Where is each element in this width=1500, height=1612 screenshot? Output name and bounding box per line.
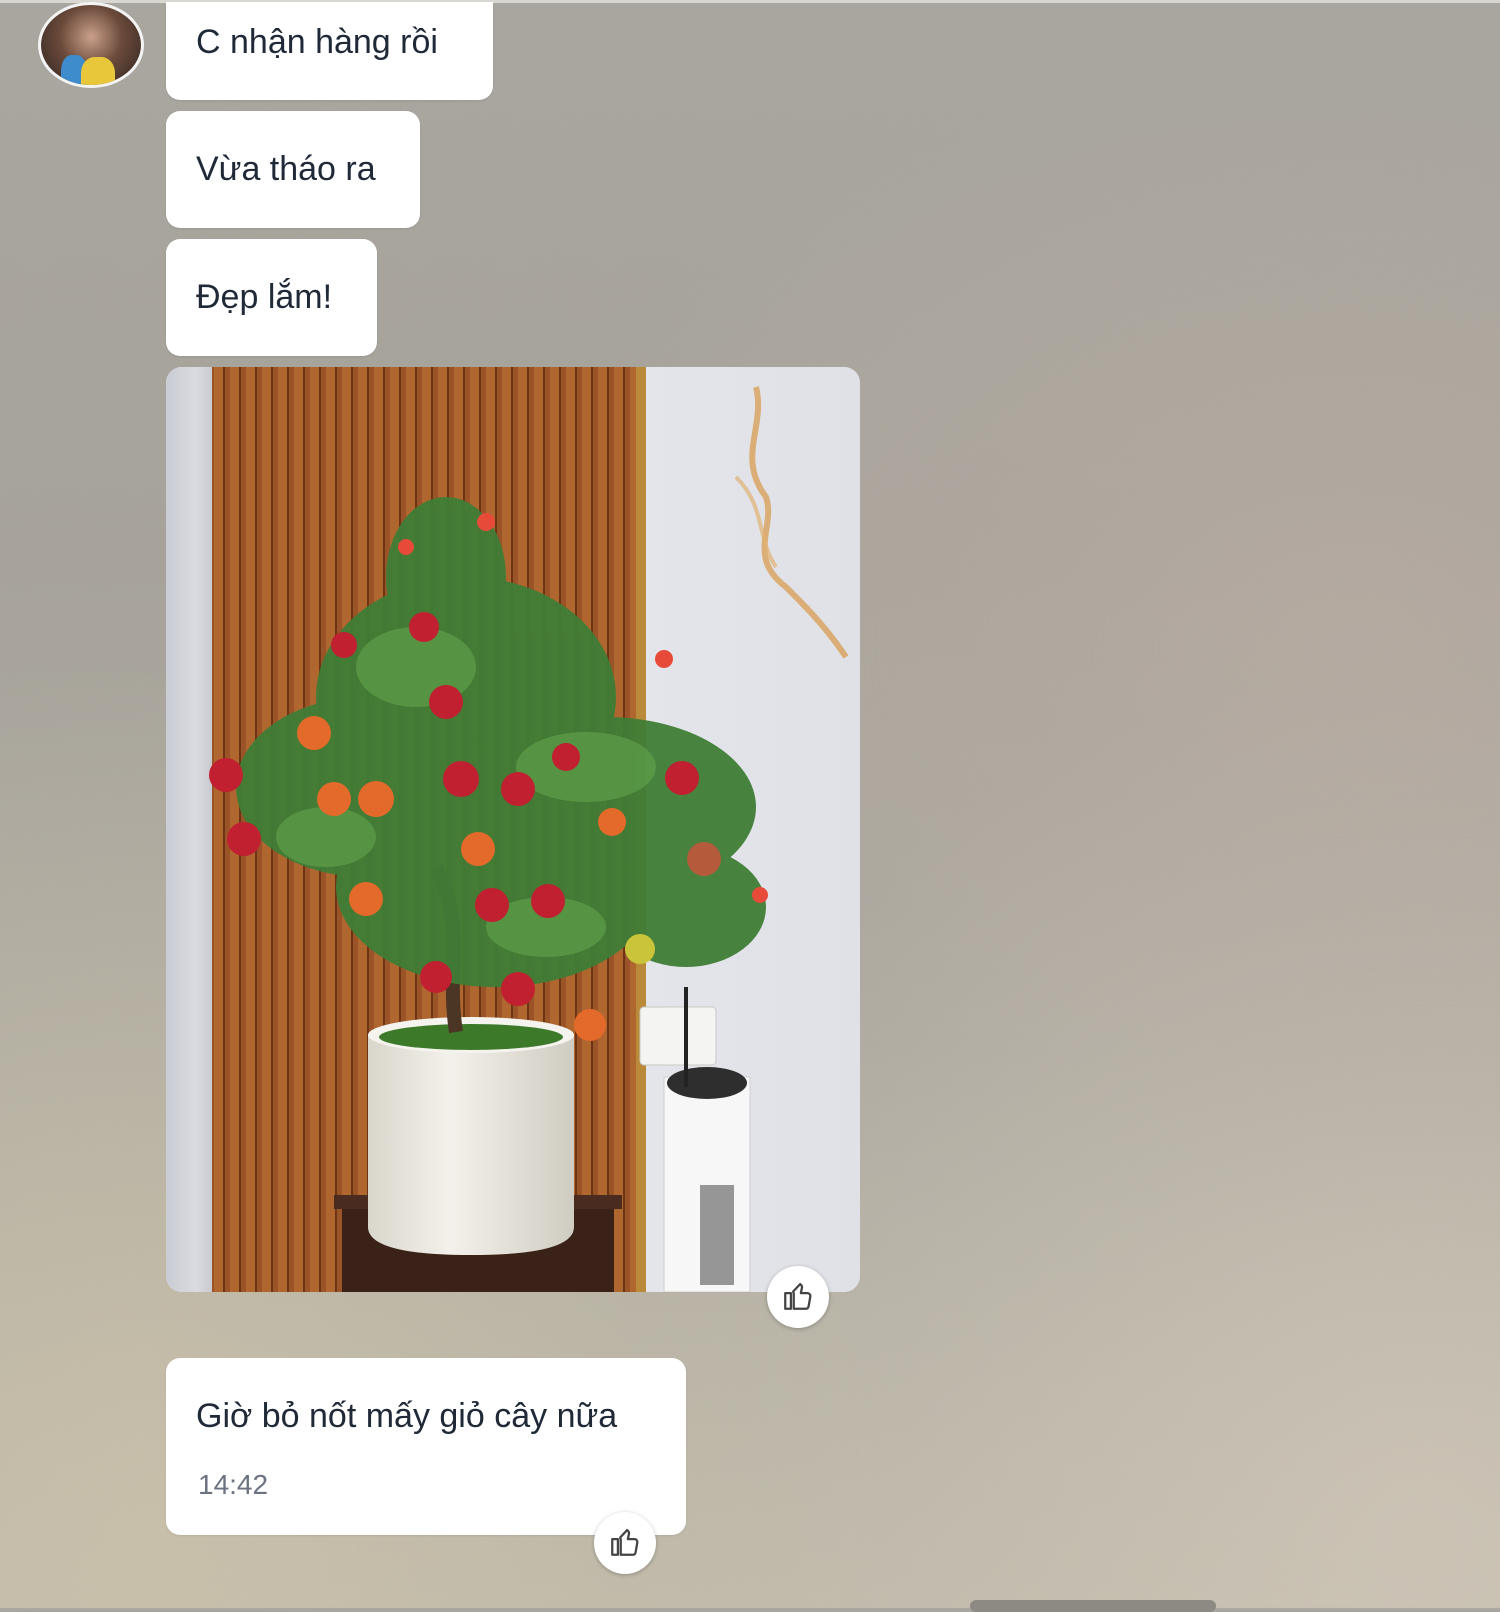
message-text: C nhận hàng rồi (196, 23, 438, 61)
message-timestamp: 14:42 (198, 1469, 269, 1500)
react-like-button[interactable] (767, 1266, 829, 1328)
message-bubble[interactable]: Vừa tháo ra (166, 111, 420, 228)
sender-avatar[interactable] (38, 2, 144, 88)
message-text: Đẹp lắm! (196, 278, 333, 316)
scroll-indicator[interactable] (970, 1600, 1216, 1612)
message-text: Giờ bỏ nốt mấy giỏ cây nữa (196, 1397, 618, 1435)
message-text: Vừa tháo ra (196, 150, 376, 188)
message-bubble[interactable]: C nhận hàng rồi (166, 2, 493, 100)
pomegranate-tree-photo (166, 367, 860, 1292)
message-bubble[interactable]: Đẹp lắm! (166, 239, 377, 356)
image-message[interactable] (166, 367, 860, 1292)
message-bubble[interactable]: Giờ bỏ nốt mấy giỏ cây nữa 14:42 (166, 1358, 686, 1535)
thumbs-up-icon (611, 1528, 639, 1556)
thumbs-up-icon (784, 1282, 812, 1310)
react-like-button[interactable] (594, 1512, 656, 1574)
